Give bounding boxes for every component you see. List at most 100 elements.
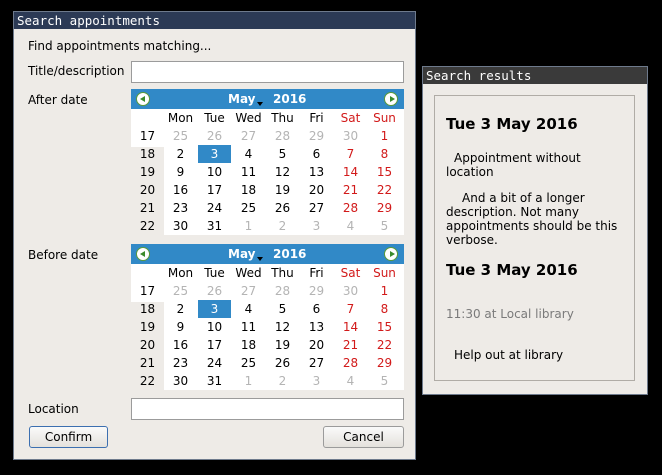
calendar-day[interactable]: 5 xyxy=(368,217,401,235)
calendar-day[interactable]: 28 xyxy=(266,282,299,300)
next-month-icon[interactable] xyxy=(384,247,398,261)
calendar-day[interactable]: 17 xyxy=(198,336,231,354)
calendar-day[interactable]: 25 xyxy=(232,354,265,372)
calendar-day[interactable]: 10 xyxy=(198,163,231,181)
calendar-day[interactable]: 24 xyxy=(198,199,231,217)
confirm-button[interactable]: Confirm xyxy=(29,426,108,448)
calendar-day[interactable]: 26 xyxy=(198,282,231,300)
calendar-day[interactable]: 29 xyxy=(368,199,401,217)
cancel-button[interactable]: Cancel xyxy=(323,426,404,448)
calendar-day[interactable]: 30 xyxy=(334,282,367,300)
calendar-day[interactable]: 30 xyxy=(164,372,197,390)
title-input[interactable] xyxy=(131,61,404,83)
calendar-day[interactable]: 12 xyxy=(266,318,299,336)
calendar-day[interactable]: 18 xyxy=(232,181,265,199)
calendar-day[interactable]: 5 xyxy=(266,300,299,318)
calendar-day[interactable]: 11 xyxy=(232,163,265,181)
calendar-day[interactable]: 7 xyxy=(334,145,367,163)
calendar-day[interactable]: 9 xyxy=(164,163,197,181)
calendar-day[interactable]: 26 xyxy=(266,354,299,372)
location-input[interactable] xyxy=(131,398,404,420)
calendar-day[interactable]: 11 xyxy=(232,318,265,336)
calendar-day[interactable]: 29 xyxy=(300,282,333,300)
calendar-day[interactable]: 23 xyxy=(164,354,197,372)
calendar-day[interactable]: 25 xyxy=(164,127,197,145)
calendar-day[interactable]: 3 xyxy=(198,300,231,318)
calendar-day[interactable]: 27 xyxy=(300,199,333,217)
calendar-day[interactable]: 2 xyxy=(164,300,197,318)
calendar-day[interactable]: 2 xyxy=(266,217,299,235)
calendar-month[interactable]: May xyxy=(228,92,256,106)
calendar-day[interactable]: 15 xyxy=(368,163,401,181)
calendar-day[interactable]: 1 xyxy=(232,372,265,390)
calendar-day[interactable]: 26 xyxy=(266,199,299,217)
calendar-month[interactable]: May xyxy=(228,247,256,261)
calendar-day[interactable]: 8 xyxy=(368,300,401,318)
calendar-year[interactable]: 2016 xyxy=(273,247,306,261)
calendar-day[interactable]: 4 xyxy=(232,145,265,163)
calendar-day[interactable]: 20 xyxy=(300,181,333,199)
calendar-day[interactable]: 22 xyxy=(368,336,401,354)
calendar-day[interactable]: 14 xyxy=(334,318,367,336)
calendar-day[interactable]: 22 xyxy=(368,181,401,199)
month-dropdown-icon[interactable] xyxy=(257,102,263,106)
calendar-day[interactable]: 3 xyxy=(300,217,333,235)
calendar-day[interactable]: 23 xyxy=(164,199,197,217)
before-date-calendar[interactable]: May 2016 Mon Tue Wed Thu Fri Sat Sun 17 18 19 20 21 22… xyxy=(131,244,404,410)
calendar-day[interactable]: 30 xyxy=(164,217,197,235)
calendar-day[interactable]: 5 xyxy=(368,372,401,390)
calendar-day[interactable]: 31 xyxy=(198,372,231,390)
calendar-day[interactable]: 6 xyxy=(300,300,333,318)
calendar-day[interactable]: 2 xyxy=(266,372,299,390)
calendar-day[interactable]: 26 xyxy=(198,127,231,145)
calendar-day[interactable]: 19 xyxy=(266,336,299,354)
calendar-day[interactable]: 12 xyxy=(266,163,299,181)
calendar-day[interactable]: 2 xyxy=(164,145,197,163)
next-month-icon[interactable] xyxy=(384,92,398,106)
calendar-day[interactable]: 14 xyxy=(334,163,367,181)
calendar-day[interactable]: 25 xyxy=(164,282,197,300)
calendar-day[interactable]: 16 xyxy=(164,181,197,199)
results-window-title[interactable]: Search results xyxy=(423,67,647,84)
calendar-day[interactable]: 21 xyxy=(334,181,367,199)
calendar-day[interactable]: 31 xyxy=(198,217,231,235)
calendar-day[interactable]: 21 xyxy=(334,336,367,354)
calendar-day[interactable]: 1 xyxy=(368,282,401,300)
prev-month-icon[interactable] xyxy=(136,92,150,106)
calendar-day[interactable]: 15 xyxy=(368,318,401,336)
calendar-day[interactable]: 4 xyxy=(334,217,367,235)
calendar-day[interactable]: 7 xyxy=(334,300,367,318)
calendar-day[interactable]: 29 xyxy=(368,354,401,372)
after-date-calendar[interactable]: May 2016 Mon Tue Wed Thu Fri Sat Sun 17 18 19 20 21 22… xyxy=(131,89,404,255)
calendar-day[interactable]: 17 xyxy=(198,181,231,199)
calendar-day[interactable]: 28 xyxy=(334,199,367,217)
calendar-day[interactable]: 19 xyxy=(266,181,299,199)
calendar-day[interactable]: 1 xyxy=(368,127,401,145)
calendar-year[interactable]: 2016 xyxy=(273,92,306,106)
calendar-day[interactable]: 8 xyxy=(368,145,401,163)
calendar-day[interactable]: 9 xyxy=(164,318,197,336)
calendar-day[interactable]: 10 xyxy=(198,318,231,336)
calendar-day[interactable]: 4 xyxy=(334,372,367,390)
calendar-day[interactable]: 28 xyxy=(266,127,299,145)
calendar-day[interactable]: 30 xyxy=(334,127,367,145)
calendar-day[interactable]: 29 xyxy=(300,127,333,145)
calendar-day[interactable]: 20 xyxy=(300,336,333,354)
calendar-day[interactable]: 3 xyxy=(198,145,231,163)
window-title[interactable]: Search appointments xyxy=(14,12,415,29)
calendar-day[interactable]: 28 xyxy=(334,354,367,372)
calendar-day[interactable]: 3 xyxy=(300,372,333,390)
prev-month-icon[interactable] xyxy=(136,247,150,261)
calendar-day[interactable]: 27 xyxy=(300,354,333,372)
calendar-day[interactable]: 6 xyxy=(300,145,333,163)
calendar-day[interactable]: 24 xyxy=(198,354,231,372)
calendar-day[interactable]: 27 xyxy=(232,127,265,145)
calendar-day[interactable]: 16 xyxy=(164,336,197,354)
calendar-day[interactable]: 1 xyxy=(232,217,265,235)
calendar-day[interactable]: 4 xyxy=(232,300,265,318)
calendar-day[interactable]: 27 xyxy=(232,282,265,300)
calendar-day[interactable]: 18 xyxy=(232,336,265,354)
month-dropdown-icon[interactable] xyxy=(257,257,263,261)
calendar-day[interactable]: 13 xyxy=(300,163,333,181)
calendar-day[interactable]: 25 xyxy=(232,199,265,217)
